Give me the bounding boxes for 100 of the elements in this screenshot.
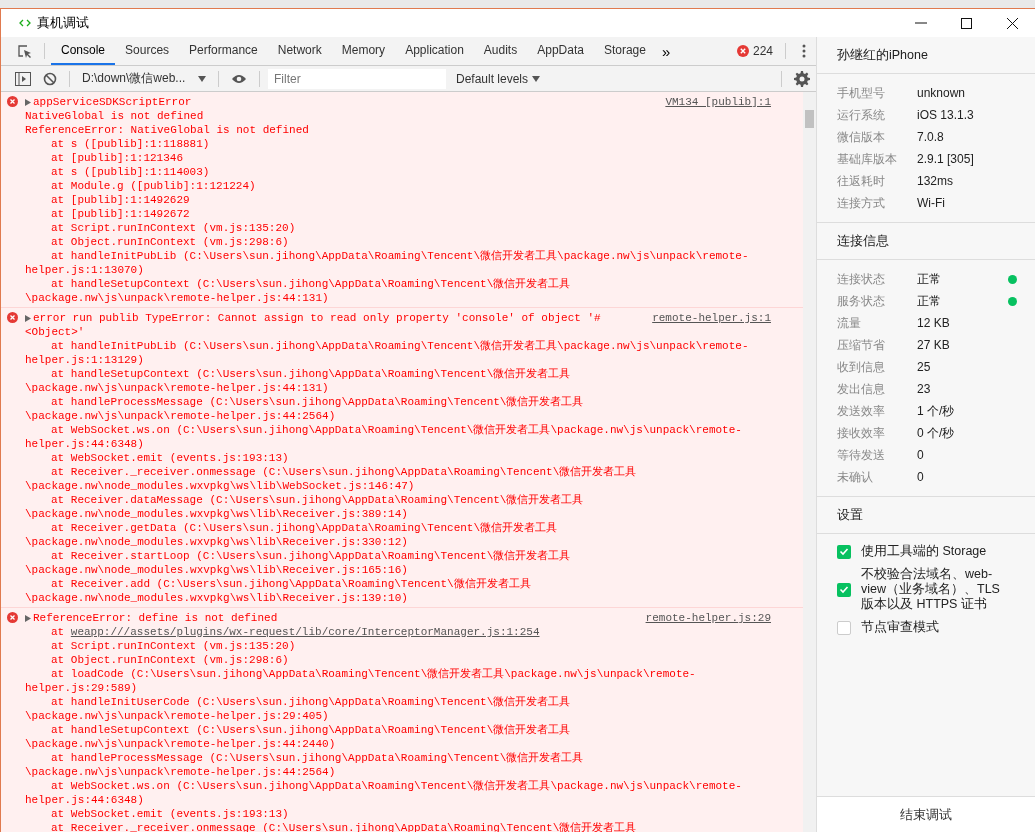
devtools-tab[interactable]: Memory [331,37,396,65]
stack-frame: at [publib]:1:1492629 [25,193,773,207]
info-value: iOS 13.1.3 [917,108,975,122]
inspect-icon [17,43,32,59]
stack-frame: at Receiver.getData (C:\Users\sun.jihong\AppData\Roaming\Tencent\微信开发者工具 [25,521,773,535]
devtools-tab[interactable]: Performance [179,37,268,65]
message-line: <Object>' [25,325,86,339]
stack-frame: at Receiver.add (C:\Users\sun.jihong\AppData\Roaming\Tencent\微信开发者工具 [25,577,773,591]
info-value: 12 KB [917,316,951,330]
checkbox-label: 节点审查模式 [861,620,939,635]
stack-frame: at handleInitUserCode (C:\Users\sun.jihong\AppData\Roaming\Tencent\微信开发者工具 [25,695,773,709]
devtools-tab[interactable]: Storage [593,37,656,65]
info-label: 手机型号 [837,84,886,102]
error-icon [7,96,18,107]
info-label: 发送效率 [837,402,886,420]
message-line: \package.nw\js\unpack\remote-helper.js:44:131) [25,291,330,305]
info-value: 23 [917,382,932,396]
message-line: NativeGlobal is not defined [25,109,205,123]
device-name: 孙继红的iPhone [817,37,1035,74]
filter-field[interactable]: Filter [268,68,446,89]
stack-frame: at WebSocket.ws.on (C:\Users\sun.jihong\AppData\Roaming\Tencent\微信开发者工具\package.nw\js\unpack\remote- [25,423,773,437]
source-link[interactable]: weapp:///assets/plugins/wx-request/lib/core/InterceptorManager.js:1:254 [70,626,540,638]
stack-frame: at WebSocket.ws.on (C:\Users\sun.jihong\AppData\Roaming\Tencent\微信开发者工具\package.nw\js\unpack\remote- [25,779,773,793]
message-line: \package.nw\node_modules.wxvpkg\ws\lib\Receiver.js:139:10) [25,591,409,605]
check-icon [839,585,849,594]
levels-select[interactable]: Default levels [450,67,547,90]
stack-frame: at handleProcessMessage (C:\Users\sun.jihong\AppData\Roaming\Tencent\微信开发者工具 [25,751,773,765]
info-value: 27 KB [917,338,951,352]
scrollbar[interactable] [803,92,816,832]
info-value: 132ms [917,174,955,188]
context-select[interactable]: D:\down\微信web... [76,67,212,90]
more-tabs-button[interactable]: » [655,42,677,60]
info-value: 正常 [917,292,942,310]
stack-frame: at Script.runInContext (vm.js:135:20) [25,221,773,235]
info-label: 微信版本 [837,128,886,146]
dropdown-arrow-icon [198,75,206,82]
stack-frame: at s ([publib]:1:118881) [25,137,773,151]
check-icon [839,547,849,556]
info-label: 收到信息 [837,358,886,376]
checkbox-label: 使用工具端的 Storage [861,544,987,559]
maximize-icon [959,16,973,30]
stack-frame: at Object.runInContext (vm.js:298:6) [25,235,773,249]
info-value: 0 个/秒 [917,424,956,442]
message-line: \package.nw\js\unpack\remote-helper.js:29:405) [25,709,330,723]
devtools-tab[interactable]: Network [267,37,332,65]
info-label: 连接状态 [837,270,886,288]
sidebar-icon [15,71,31,86]
close-icon [1005,16,1019,30]
stack-frame: at Receiver.startLoop (C:\Users\sun.jihong\AppData\Roaming\Tencent\微信开发者工具 [25,549,773,563]
checkbox[interactable] [837,620,851,635]
message-line: helper.js:44:6348) [25,793,145,807]
stack-frame: at Object.runInContext (vm.js:298:6) [25,653,773,667]
checkbox-label: 不校验合法域名、web-view（业务域名）、TLS 版本以及 HTTPS 证书 [861,567,1001,612]
message-line: \package.nw\js\unpack\remote-helper.js:44:2564) [25,409,337,423]
info-label: 连接方式 [837,194,886,212]
expand-arrow-icon [25,98,31,106]
error-message: appServiceSDKScriptError [33,95,192,109]
stack-frame: at [publib]:1:121346 [25,151,773,165]
message-line: \package.nw\js\unpack\remote-helper.js:44:131) [25,381,330,395]
devtools-tab[interactable]: Sources [115,37,180,65]
devtools-tab[interactable]: Application [395,37,474,65]
info-value: 0 [917,448,925,462]
stack-frame: at s ([publib]:1:114003) [25,165,773,179]
end-debug-button[interactable]: 结束调试 [817,796,1035,832]
checkbox[interactable] [837,544,851,559]
expand-arrow-icon [25,314,31,322]
error-message: ReferenceError: define is not defined [33,611,278,625]
info-label: 发出信息 [837,380,886,398]
window-title: 真机调试 [37,14,89,32]
info-value: 1 个/秒 [917,402,956,420]
info-label: 压缩节省 [837,336,886,354]
settings-icon [794,70,810,87]
stack-frame: at [publib]:1:1492672 [25,207,773,221]
devtools-tab[interactable]: AppData [527,37,594,65]
info-value: 2.9.1 [305] [917,152,975,166]
stack-frame: at Receiver._receiver.onmessage (C:\Users\sun.jihong\AppData\Roaming\Tencent\微信开发者工具 [25,465,773,479]
stack-frame: at handleInitPubLib (C:\Users\sun.jihong\AppData\Roaming\Tencent\微信开发者工具\package.nw\js\unpack\remote- [25,339,773,353]
stack-frame: at WebSocket.emit (events.js:193:13) [25,451,773,465]
stack-frame: at handleSetupContext (C:\Users\sun.jihong\AppData\Roaming\Tencent\微信开发者工具 [25,277,773,291]
error-count: 224 [752,44,773,58]
checkbox[interactable] [837,582,851,597]
message-line: ReferenceError: NativeGlobal is not defined [25,123,310,137]
info-label: 等待发送 [837,446,886,464]
message-line: \package.nw\node_modules.wxvpkg\ws\lib\Receiver.js:389:14) [25,507,409,521]
block-icon [43,71,57,86]
info-value: 7.0.8 [917,130,945,144]
stack-frame: at Module.g ([publib]:1:121224) [25,179,773,193]
message-line: \package.nw\node_modules.wxvpkg\ws\lib\Receiver.js:165:16) [25,563,409,577]
message-line: helper.js:29:589) [25,681,139,695]
info-label: 基础库版本 [837,150,898,168]
eye-icon [231,72,247,85]
message-line: helper.js:44:6348) [25,437,145,451]
stack-frame: at WebSocket.emit (events.js:193:13) [25,807,773,821]
info-value: 25 [917,360,932,374]
info-value: unknown [917,86,967,100]
stack-frame: at handleSetupContext (C:\Users\sun.jihong\AppData\Roaming\Tencent\微信开发者工具 [25,723,773,737]
info-label: 服务状态 [837,292,886,310]
devtools-tab[interactable]: Audits [473,37,528,65]
error-icon [7,312,18,323]
section-title: 连接信息 [817,223,1035,260]
